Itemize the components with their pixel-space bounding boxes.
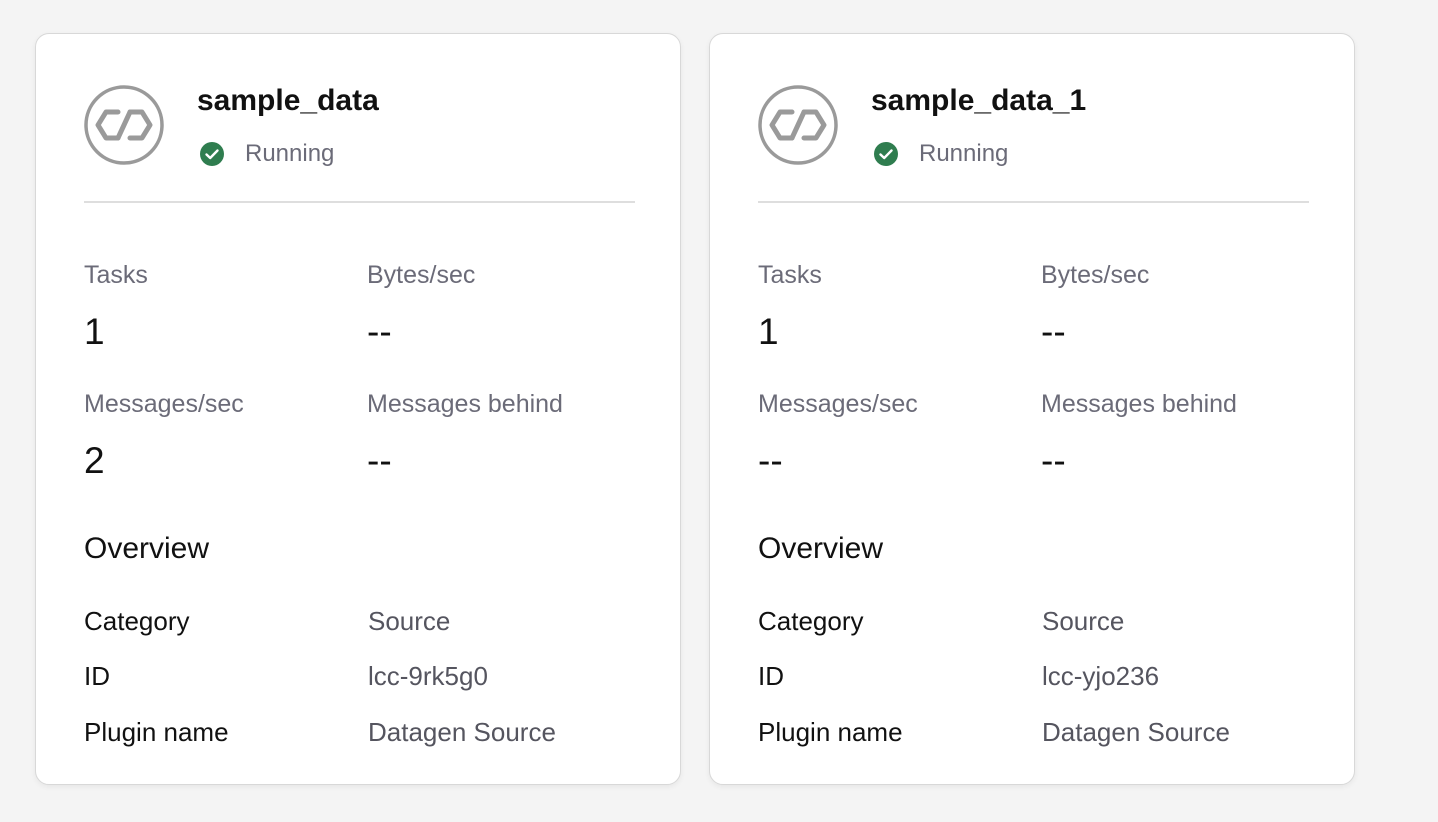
- plugin-name-value: Datagen Source: [1042, 717, 1230, 747]
- overview-title: Overview: [758, 532, 884, 565]
- tasks-label: Tasks: [84, 261, 148, 289]
- plugin-name-key: Plugin name: [758, 717, 903, 747]
- divider: [758, 201, 1309, 203]
- connector-icon: [84, 85, 164, 165]
- plugin-name-value: Datagen Source: [368, 717, 556, 747]
- messages-sec-value: 2: [84, 440, 105, 481]
- bytes-sec-label: Bytes/sec: [367, 261, 476, 289]
- messages-behind-value: --: [367, 440, 392, 481]
- category-key: Category: [84, 606, 190, 636]
- messages-sec-label: Messages/sec: [84, 390, 244, 418]
- messages-behind-label: Messages behind: [367, 390, 563, 418]
- status-label: Running: [919, 140, 1009, 167]
- category-value: Source: [1042, 606, 1125, 636]
- bytes-sec-label: Bytes/sec: [1041, 261, 1150, 289]
- divider: [84, 201, 635, 203]
- status-badge: Running: [873, 140, 1008, 168]
- status-badge: Running: [199, 140, 334, 168]
- check-circle-icon: [200, 142, 224, 166]
- check-circle-icon: [874, 142, 898, 166]
- tasks-value: 1: [758, 311, 779, 352]
- messages-sec-value: --: [758, 440, 783, 481]
- connector-icon: [758, 85, 838, 165]
- id-value: lcc-9rk5g0: [368, 661, 488, 691]
- status-label: Running: [245, 140, 335, 167]
- category-key: Category: [758, 606, 864, 636]
- connector-name[interactable]: sample_data: [197, 84, 379, 118]
- messages-sec-label: Messages/sec: [758, 390, 918, 418]
- id-key: ID: [84, 661, 110, 691]
- id-key: ID: [758, 661, 784, 691]
- id-value: lcc-yjo236: [1042, 661, 1160, 691]
- bytes-sec-value: --: [367, 311, 392, 352]
- bytes-sec-value: --: [1041, 311, 1066, 352]
- overview-title: Overview: [84, 532, 210, 565]
- connector-card[interactable]: sample_data_1 Running Tasks 1 Bytes/sec …: [709, 33, 1355, 785]
- plugin-name-key: Plugin name: [84, 717, 229, 747]
- connector-name[interactable]: sample_data_1: [871, 84, 1086, 118]
- messages-behind-label: Messages behind: [1041, 390, 1237, 418]
- connector-card[interactable]: sample_data Running Tasks 1 Bytes/sec --…: [35, 33, 681, 785]
- messages-behind-value: --: [1041, 440, 1066, 481]
- tasks-value: 1: [84, 311, 105, 352]
- category-value: Source: [368, 606, 451, 636]
- tasks-label: Tasks: [758, 261, 822, 289]
